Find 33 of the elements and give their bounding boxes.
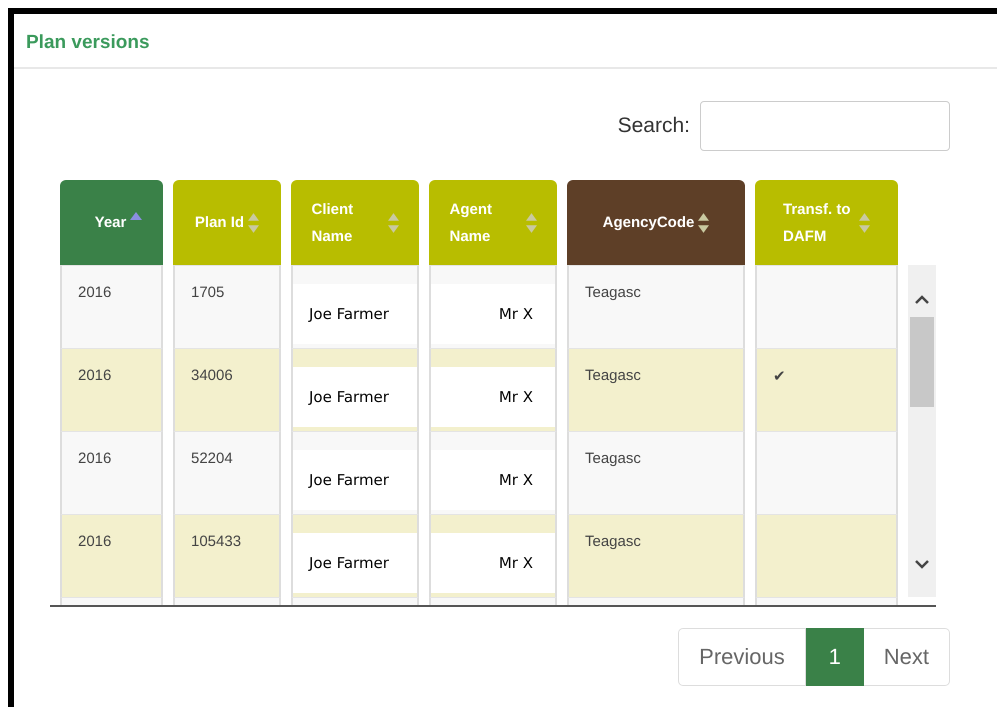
cell-text: Teagasc [585, 450, 641, 467]
search-label: Search: [618, 114, 690, 138]
search-field[interactable] [700, 101, 950, 151]
cover-label: Joe Farmer [293, 533, 417, 593]
scroll-down-icon[interactable] [914, 559, 930, 569]
cell-text: 2016 [78, 284, 112, 301]
cell-text: 2016 [78, 367, 112, 384]
cover-label: Joe Farmer [293, 284, 417, 344]
cell-text: 2016 [78, 533, 112, 550]
cell-text: 105433 [191, 533, 242, 550]
cover-label: Mr X [431, 533, 555, 593]
cell-text: ✔ [773, 367, 786, 385]
cell-text: Teagasc [585, 533, 641, 550]
cell-text: Teagasc [585, 284, 641, 301]
cell-text: Teagasc [585, 367, 641, 384]
cell-text: 1705 [191, 284, 224, 301]
column-header[interactable]: Year [60, 180, 163, 265]
cell-text: 34006 [191, 367, 233, 384]
cell-text: 2016 [78, 450, 112, 467]
scroll-up-icon[interactable] [914, 295, 930, 305]
cover-label: Mr X [431, 450, 555, 510]
page-button[interactable]: Next [864, 628, 950, 686]
page-button[interactable]: Previous [678, 628, 806, 686]
page-button[interactable]: 1 [806, 628, 864, 686]
cover-label: Joe Farmer [293, 450, 417, 510]
cover-label: Mr X [431, 284, 555, 344]
cover-label: Mr X [431, 367, 555, 427]
panel-title: Plan versions [14, 14, 997, 69]
cell-text: 52204 [191, 450, 233, 467]
scrollbar[interactable] [908, 265, 936, 597]
column-header[interactable]: AgencyCode [567, 180, 745, 265]
cover-label: Joe Farmer [293, 367, 417, 427]
scrollbar-thumb[interactable] [910, 317, 934, 407]
